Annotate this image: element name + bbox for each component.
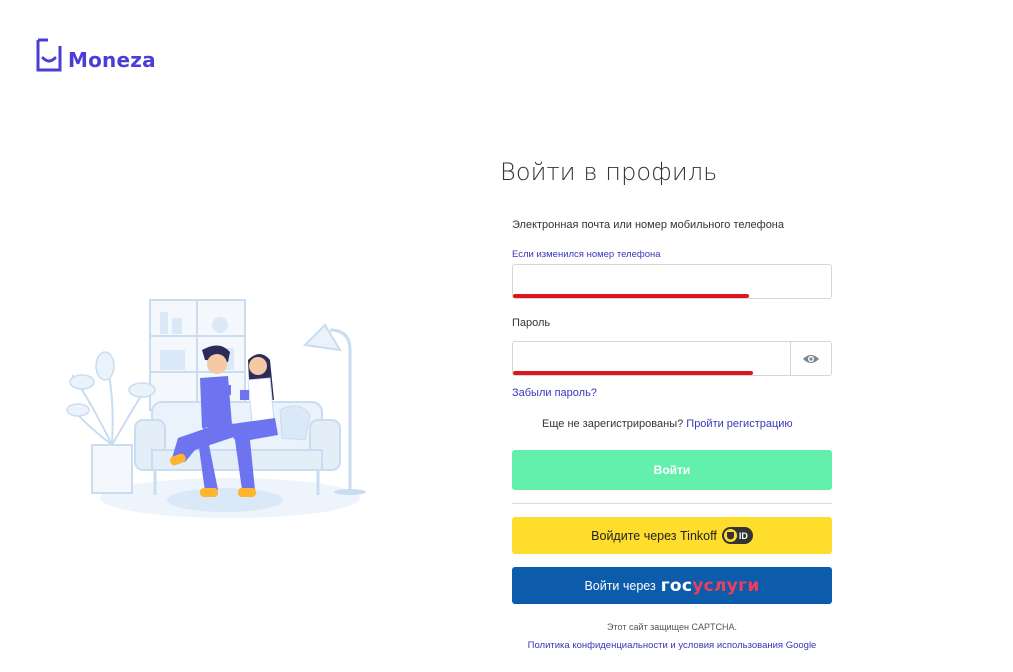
tinkoff-id-badge: ID — [721, 527, 753, 544]
brand-logo[interactable]: Moneza — [36, 38, 156, 72]
login-form: Войти в профиль — [500, 158, 840, 186]
couple-on-sofa-illustration — [60, 290, 420, 525]
forgot-password-link[interactable]: Забыли пароль? — [512, 387, 597, 399]
redaction-mark — [513, 371, 753, 375]
tinkoff-shield-icon — [723, 529, 737, 542]
show-password-button[interactable] — [790, 341, 832, 376]
register-prompt: Еще не зарегистрированы? — [542, 418, 687, 430]
captcha-notice: Этот сайт защищен CAPTCHA. — [607, 622, 737, 632]
tinkoff-id-text: ID — [738, 530, 748, 541]
redaction-mark — [513, 294, 749, 298]
moneza-logo-icon — [36, 38, 62, 72]
register-link[interactable]: Пройти регистрацию — [686, 418, 792, 430]
gos-logo-part2: услуги — [692, 575, 760, 596]
login-button[interactable]: Войти — [512, 450, 832, 490]
google-policy-link[interactable]: Политика конфиденциальности и условия ис… — [512, 640, 832, 651]
brand-name: Moneza — [68, 48, 156, 72]
phone-changed-link[interactable]: Если изменился номер телефона — [512, 249, 661, 260]
eye-icon — [803, 354, 819, 363]
tinkoff-login-button[interactable]: Войдите через Tinkoff ID — [512, 517, 832, 554]
gos-button-prefix: Войти через — [584, 578, 656, 593]
gos-logo-part1: гос — [660, 575, 693, 596]
login-page: Moneza Войти в профиль Электронная почта… — [0, 0, 1013, 672]
gosuslugi-login-button[interactable]: Войти через госуслуги — [512, 567, 832, 604]
login-button-label: Войти — [653, 463, 691, 477]
login-label: Электронная почта или номер мобильного т… — [512, 219, 785, 231]
tinkoff-button-label: Войдите через Tinkoff — [591, 528, 717, 543]
gosuslugi-logo: госуслуги — [661, 576, 760, 596]
password-label: Пароль — [512, 317, 551, 329]
register-row: Еще не зарегистрированы? Пройти регистра… — [542, 418, 793, 430]
page-title: Войти в профиль — [500, 158, 718, 186]
divider — [512, 503, 832, 504]
